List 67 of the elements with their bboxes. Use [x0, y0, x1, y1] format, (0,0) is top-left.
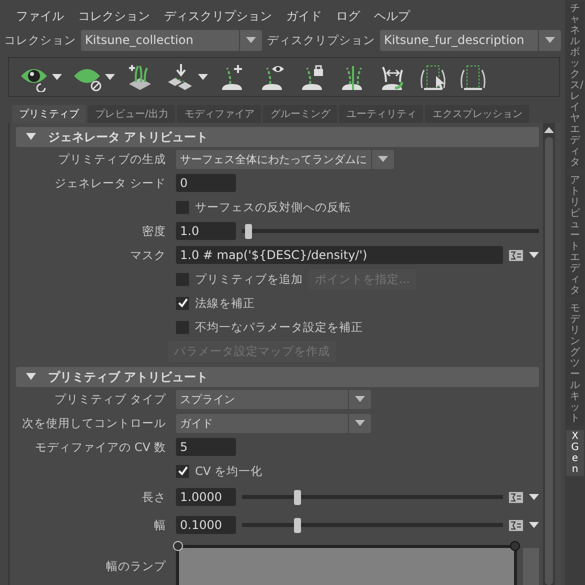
menu-item[interactable]: コレクション	[78, 8, 150, 28]
checkbox-label[interactable]: サーフェスの反対側への反転	[195, 200, 351, 214]
field-label: モディファイアの CV 数	[34, 440, 166, 454]
caret-icon[interactable]	[52, 74, 62, 80]
slider-handle[interactable]	[244, 224, 252, 238]
input-field[interactable]: 1.0	[176, 222, 236, 240]
menu-item[interactable]: ガイド	[286, 8, 322, 28]
caret-icon	[355, 396, 365, 402]
tab[interactable]: プレビュー/出力	[88, 105, 176, 123]
caret-icon[interactable]	[529, 252, 539, 258]
checkbox-label[interactable]: CV を均一化	[195, 464, 263, 478]
field-label: マスク	[130, 248, 166, 262]
input-field[interactable]: 0.1000	[176, 516, 236, 534]
side-tab[interactable]: XGen	[566, 430, 584, 476]
tab[interactable]: プリミティブ	[12, 105, 86, 123]
field-label: プリミティブ タイプ	[54, 392, 166, 406]
menu-item[interactable]: ディスクリプション	[164, 8, 272, 28]
slider-handle[interactable]	[294, 518, 301, 532]
checkbox[interactable]	[176, 464, 189, 478]
menu-item[interactable]: ヘルプ	[374, 8, 410, 28]
caret-icon	[355, 420, 365, 426]
tab[interactable]: エクスプレッション	[425, 105, 530, 123]
input-field[interactable]: 5	[176, 438, 236, 456]
dropdown[interactable]: スプライン	[176, 390, 371, 408]
caret-icon[interactable]	[529, 494, 539, 500]
tab[interactable]: グルーミング	[263, 105, 338, 123]
selector-label: コレクション	[4, 32, 76, 48]
checkbox-label[interactable]: プリミティブを追加	[195, 272, 303, 286]
expression-field[interactable]: 1.0 # map('${DESC}/density/')	[176, 246, 503, 264]
field-label: 幅	[154, 518, 166, 532]
dropdown[interactable]: ガイド	[176, 414, 371, 432]
checkbox-label[interactable]: 不均一なパラメータ設定を補正	[195, 320, 363, 334]
menu-item[interactable]: ログ	[336, 8, 360, 28]
field-label: 次を使用してコントロール	[22, 416, 166, 430]
scroll-up-icon[interactable]	[544, 127, 554, 133]
section-header[interactable]: ジェネレータ アトリビュート	[16, 127, 539, 147]
checkbox[interactable]	[176, 320, 189, 334]
input-field[interactable]: 1.0000	[176, 488, 236, 506]
checkbox[interactable]	[176, 296, 189, 310]
caret-icon	[378, 156, 388, 162]
caret-icon[interactable]	[198, 74, 208, 80]
tab[interactable]: モディファイア	[177, 105, 262, 123]
input-field[interactable]: 0	[176, 174, 236, 192]
expression-icon[interactable]	[509, 250, 523, 260]
field-label: 密度	[142, 224, 166, 238]
selector-label: ディスクリプション	[267, 32, 375, 48]
caret-icon	[246, 37, 256, 43]
caret-icon[interactable]	[529, 522, 539, 528]
menu-item[interactable]: ファイル	[16, 8, 64, 28]
field-label: 幅のランプ	[106, 559, 166, 573]
expression-icon[interactable]	[509, 492, 523, 502]
expression-icon[interactable]	[509, 520, 523, 530]
dropdown[interactable]: サーフェス全体にわたってランダムに	[176, 150, 394, 168]
caret-icon	[545, 37, 555, 43]
field-label: 長さ	[142, 490, 166, 504]
dropdown[interactable]: Kitsune_fur_description	[380, 30, 561, 50]
scrollbar[interactable]	[543, 123, 555, 585]
checkbox[interactable]	[176, 272, 189, 286]
caret-icon[interactable]	[105, 74, 115, 80]
section-header[interactable]: プリミティブ アトリビュート	[16, 367, 539, 387]
checkbox[interactable]	[176, 200, 189, 214]
checkbox-label[interactable]: 法線を補正	[195, 296, 255, 310]
slider-handle[interactable]	[294, 490, 301, 504]
dropdown[interactable]: Kitsune_collection	[81, 30, 262, 50]
field-label: プリミティブの生成	[58, 152, 166, 166]
tab[interactable]: ユーティリティ	[339, 105, 424, 123]
field-label: ジェネレータ シード	[54, 176, 166, 190]
